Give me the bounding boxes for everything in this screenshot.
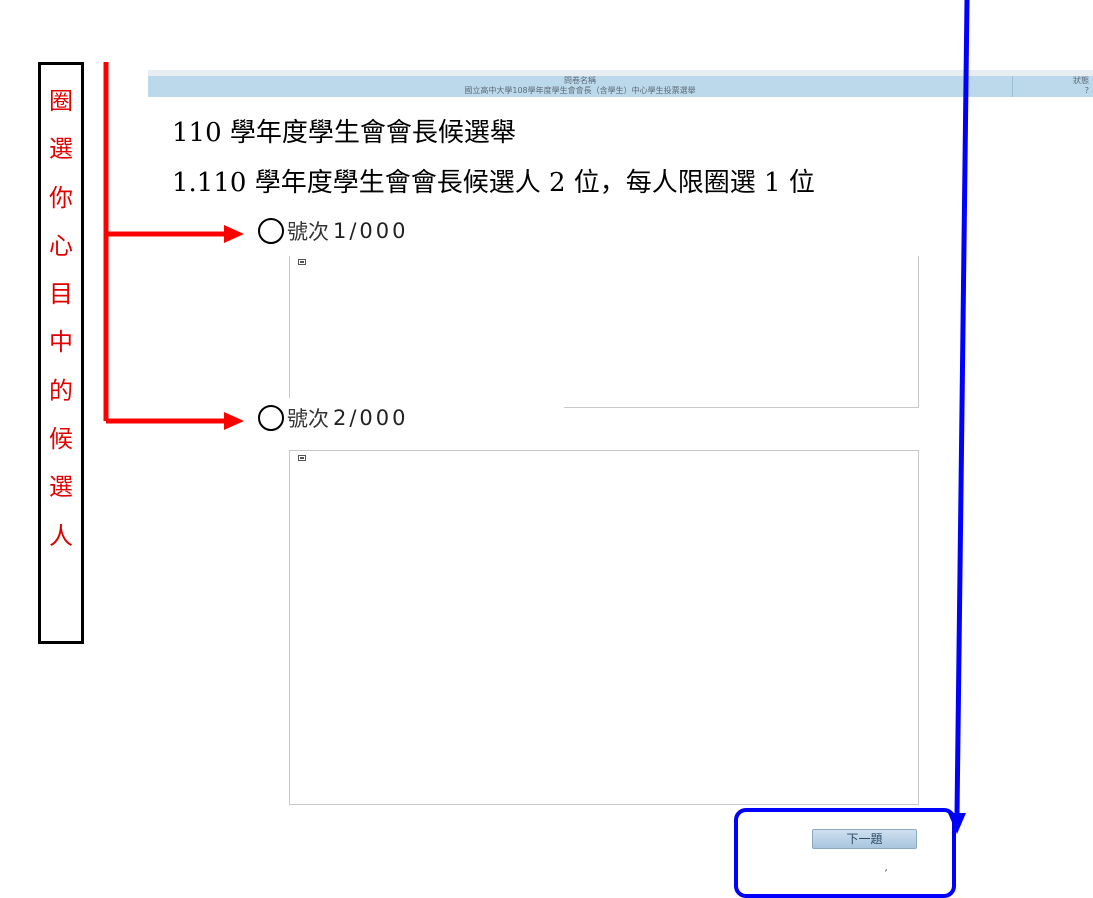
red-arrow-head-2 bbox=[224, 412, 244, 430]
annotation-arrows bbox=[103, 0, 970, 834]
blue-arrow-shaft bbox=[954, 0, 970, 816]
blue-arrow bbox=[948, 0, 970, 834]
red-arrows bbox=[103, 62, 244, 430]
red-arrow-head-1 bbox=[224, 225, 244, 243]
blue-arrow-head bbox=[948, 813, 966, 834]
